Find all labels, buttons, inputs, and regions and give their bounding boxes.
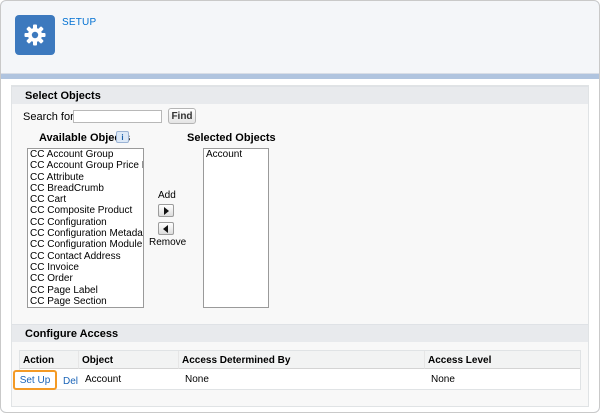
access-table: Action Object Access Determined By Acces… (19, 350, 581, 390)
selected-objects-label: Selected Objects (187, 132, 276, 144)
object-cell: Account (85, 374, 122, 385)
list-item[interactable]: Account (204, 149, 268, 160)
info-icon[interactable]: i (116, 131, 129, 143)
configure-access-header: Configure Access (12, 324, 588, 342)
search-label: Search for: (23, 111, 77, 123)
search-input[interactable] (73, 110, 162, 123)
list-item[interactable]: CC Invoice (28, 262, 143, 273)
list-item[interactable]: CC Attribute (28, 172, 143, 183)
gear-icon (15, 15, 55, 55)
available-objects-list[interactable]: CC Account Group CC Account Group Price … (27, 148, 144, 308)
list-item[interactable]: CC Account Group (28, 149, 143, 160)
remove-label: Remove (149, 237, 187, 248)
list-item[interactable]: CC Page Section (28, 296, 143, 307)
list-item[interactable]: CC Composite Product (28, 205, 143, 216)
list-item[interactable]: CC Configuration (28, 217, 143, 228)
list-item[interactable]: CC Order (28, 273, 143, 284)
delete-link[interactable]: Del (63, 376, 78, 387)
setup-link[interactable]: Set Up (13, 370, 57, 390)
list-item[interactable]: CC Account Group Price List (28, 160, 143, 171)
column-header-access-determined-by: Access Determined By (179, 351, 425, 369)
select-objects-header: Select Objects (12, 86, 588, 104)
list-item[interactable]: CC Contact Address (28, 251, 143, 262)
add-arrow-button[interactable] (158, 204, 174, 217)
main-content: Select Objects Search for: Find Availabl… (1, 79, 599, 412)
column-header-access-level: Access Level (425, 351, 580, 369)
column-header-object: Object (79, 351, 179, 369)
selected-objects-list[interactable]: Account (203, 148, 269, 308)
arrow-left-icon (163, 224, 168, 233)
page-title: SETUP (62, 17, 97, 28)
column-header-action: Action (20, 351, 79, 369)
access-level-cell: None (431, 374, 455, 385)
object-access-panel: Select Objects Search for: Find Availabl… (11, 85, 589, 407)
list-item[interactable]: CC Cart (28, 194, 143, 205)
list-item[interactable]: CC Page Label (28, 285, 143, 296)
list-item[interactable]: CC Configuration Metadata (28, 228, 143, 239)
list-item[interactable]: CC BreadCrumb (28, 183, 143, 194)
app-frame: SETUP Select Objects Search for: Find Av… (0, 0, 600, 413)
arrow-right-icon (164, 206, 169, 215)
remove-arrow-button[interactable] (158, 222, 174, 235)
find-button[interactable]: Find (168, 108, 196, 124)
page-header: SETUP (1, 1, 599, 74)
access-determined-by-cell: None (185, 374, 209, 385)
list-item[interactable]: CC Configuration Module (28, 239, 143, 250)
add-label: Add (158, 190, 176, 201)
